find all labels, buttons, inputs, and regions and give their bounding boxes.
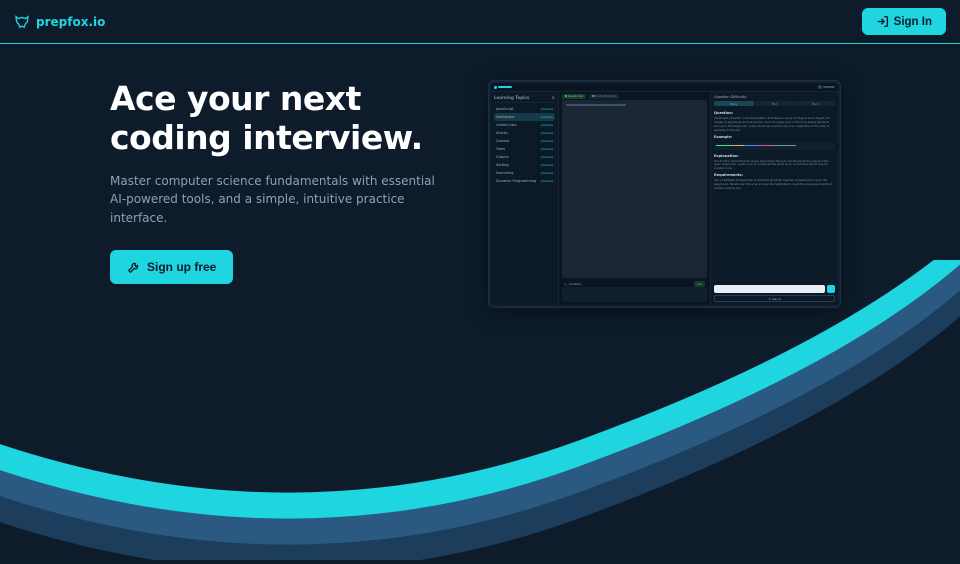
question-text: Implement a function 'countUniquePairs' …: [714, 117, 835, 133]
fox-icon: [14, 14, 30, 30]
mock-right-panel: Question Difficulty EasyMidHard Question…: [710, 92, 838, 305]
sidebar-item: Sortingpractice: [494, 161, 555, 169]
mock-console: Console run: [562, 280, 707, 302]
brand-logo[interactable]: prepfox.io: [14, 14, 105, 30]
mock-sidebar: Learning Topics × JavaScriptpracticeHash…: [491, 92, 559, 305]
mock-main: JavaScript Code Prophet Console run: [559, 92, 710, 305]
requirements-text: Use a hashtable to keep track of element…: [714, 179, 835, 191]
sidebar-item: Dynamic Programmingpractice: [494, 177, 555, 185]
top-nav: prepfox.io Sign In: [0, 0, 960, 44]
sidebar-item: Queuespractice: [494, 137, 555, 145]
difficulty-tab: Easy: [714, 101, 754, 106]
sidebar-item: Graphspractice: [494, 153, 555, 161]
send-icon: [827, 285, 835, 293]
sidebar-item: Treespractice: [494, 145, 555, 153]
brand-text: prepfox.io: [36, 15, 105, 29]
sidebar-list: JavaScriptpracticeHashmapspracticeLinked…: [494, 105, 555, 185]
console-title: Console: [564, 282, 581, 286]
sidebar-title: Learning Topics: [494, 95, 529, 100]
hero-headline: Ace your next coding interview.: [110, 80, 450, 158]
difficulty-tab: Hard: [795, 101, 835, 106]
signin-button[interactable]: Sign In: [862, 8, 946, 35]
example-code: [714, 143, 835, 150]
mock-editor: [562, 100, 707, 278]
signin-icon: [876, 15, 889, 28]
signin-label: Sign In: [894, 16, 932, 28]
sidebar-close-icon: ×: [552, 95, 555, 100]
signup-button[interactable]: Sign up free: [110, 250, 233, 284]
ask-ai-button: Ask AI: [714, 295, 835, 302]
example-title: Example:: [714, 135, 835, 139]
difficulty-tab: Mid: [755, 101, 795, 106]
mock-tabs: JavaScript Code Prophet: [559, 92, 710, 100]
explanation-text: The function should find all unique pair…: [714, 160, 835, 172]
sidebar-item: JavaScriptpractice: [494, 105, 555, 113]
mock-header: [491, 83, 838, 92]
tab-py: Code Prophet: [589, 94, 619, 99]
hero-copy: Ace your next coding interview. Master c…: [110, 80, 450, 308]
product-screenshot: Learning Topics × JavaScriptpracticeHash…: [488, 80, 841, 308]
signup-label: Sign up free: [147, 260, 216, 274]
sidebar-item: Hashmapspractice: [494, 113, 555, 121]
hero-section: Ace your next coding interview. Master c…: [0, 44, 960, 308]
sidebar-item: Stackspractice: [494, 129, 555, 137]
requirements-title: Requirements:: [714, 173, 835, 177]
chat-input: [714, 285, 825, 293]
sidebar-item: Searchingpractice: [494, 169, 555, 177]
sidebar-item: Linked Listspractice: [494, 121, 555, 129]
tab-js: JavaScript: [562, 94, 586, 99]
explanation-title: Explanation:: [714, 154, 835, 158]
run-button: run: [694, 281, 705, 287]
question-title: Question:: [714, 111, 835, 115]
chat-input-row: [714, 285, 835, 293]
difficulty-tabs: EasyMidHard: [714, 101, 835, 106]
tools-icon: [127, 260, 141, 274]
difficulty-title: Question Difficulty: [714, 95, 835, 99]
hero-subhead: Master computer science fundamentals wit…: [110, 172, 450, 228]
